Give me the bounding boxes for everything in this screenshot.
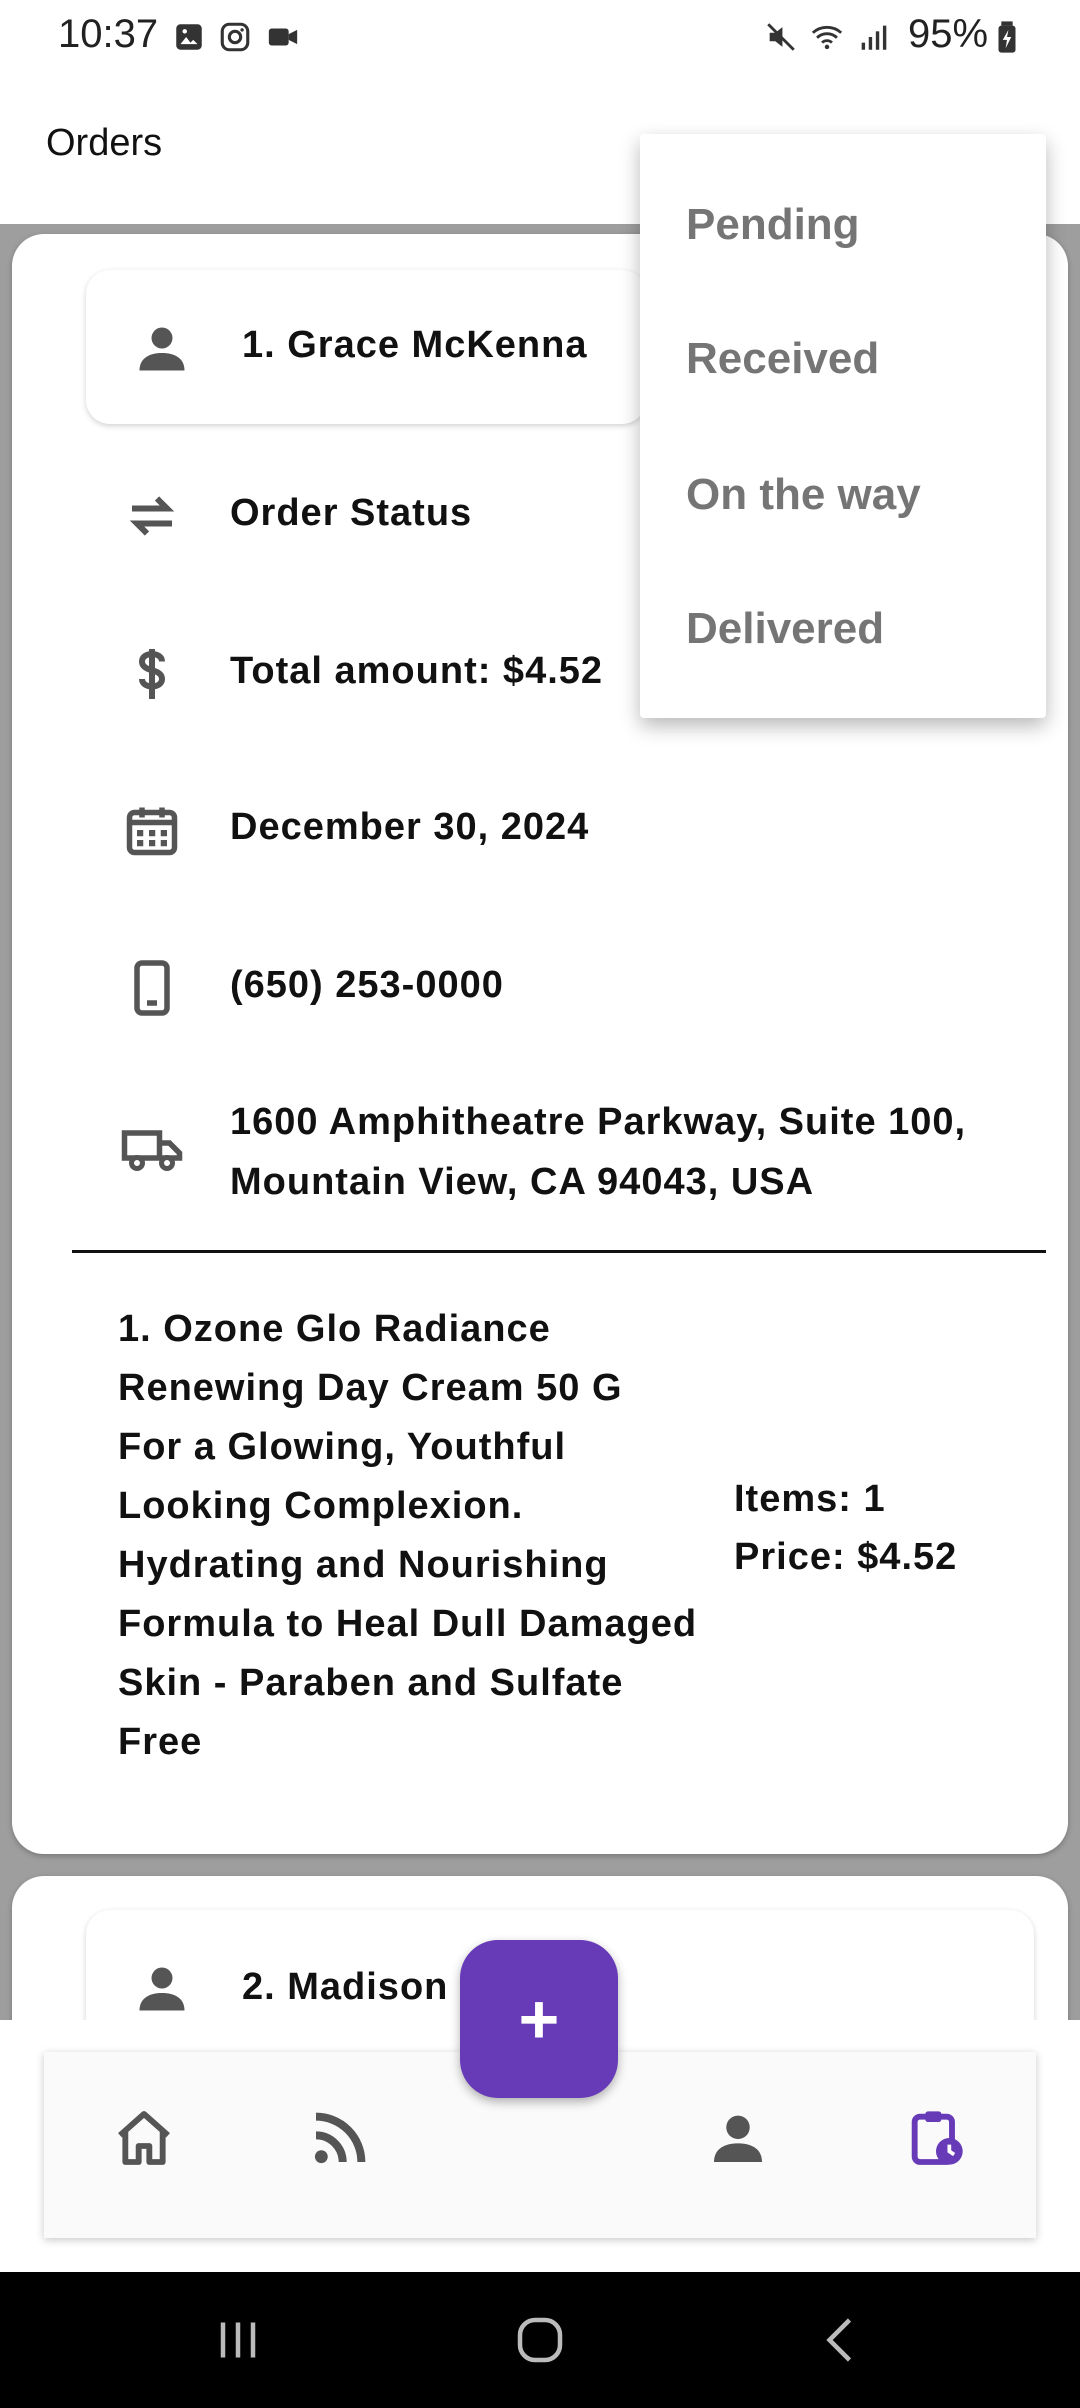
page-title: Orders	[46, 122, 163, 164]
mute-icon	[767, 23, 795, 51]
order-status-menu: Pending Received On the way Delivered	[640, 134, 1046, 718]
order-status-button[interactable]: Order Status	[230, 492, 472, 535]
phone-number: (650) 253-0000	[230, 964, 504, 1006]
menu-item-pending[interactable]: Pending	[686, 200, 860, 250]
customer-name: 1. Grace McKenna	[242, 324, 588, 366]
product-items: Items: 1	[734, 1478, 886, 1520]
swap-icon[interactable]	[122, 486, 182, 546]
divider	[72, 1250, 1046, 1253]
customer-name: 2. Madison	[242, 1966, 449, 2008]
signal-icon	[861, 25, 887, 50]
person-icon	[139, 327, 185, 371]
add-order-button[interactable]: +	[460, 1940, 618, 2098]
video-icon	[268, 28, 298, 46]
battery-percent: 95%	[908, 12, 989, 56]
plus-icon: +	[518, 1980, 560, 2058]
product-name: 1. Ozone Glo Radiance Renewing Day Cream…	[118, 1308, 698, 1763]
total-amount: Total amount: $4.52	[230, 650, 604, 692]
recent-apps-icon[interactable]	[208, 2310, 268, 2370]
dollar-icon	[138, 649, 166, 699]
product-price: Price: $4.52	[734, 1536, 958, 1578]
order-date: December 30, 2024	[230, 806, 590, 848]
orders-icon[interactable]	[904, 2106, 968, 2170]
gallery-icon	[176, 24, 202, 50]
phone-icon	[134, 960, 170, 1016]
back-icon[interactable]	[812, 2310, 872, 2370]
profile-icon[interactable]	[706, 2106, 770, 2170]
home-button-icon[interactable]	[510, 2310, 570, 2370]
home-icon[interactable]	[112, 2106, 176, 2170]
delivery-address: 1600 Amphitheatre Parkway, Suite 100, Mo…	[230, 1101, 967, 1203]
truck-icon	[121, 1130, 183, 1172]
status-time: 10:37	[58, 12, 159, 56]
calendar-icon	[126, 807, 178, 856]
menu-item-received[interactable]: Received	[686, 334, 879, 384]
feed-icon[interactable]	[308, 2106, 372, 2170]
battery-icon	[998, 21, 1016, 53]
menu-item-delivered[interactable]: Delivered	[686, 604, 884, 654]
menu-item-on-the-way[interactable]: On the way	[686, 470, 921, 520]
instagram-icon	[220, 22, 250, 52]
person-icon	[139, 1967, 185, 2011]
wifi-icon	[811, 25, 843, 50]
